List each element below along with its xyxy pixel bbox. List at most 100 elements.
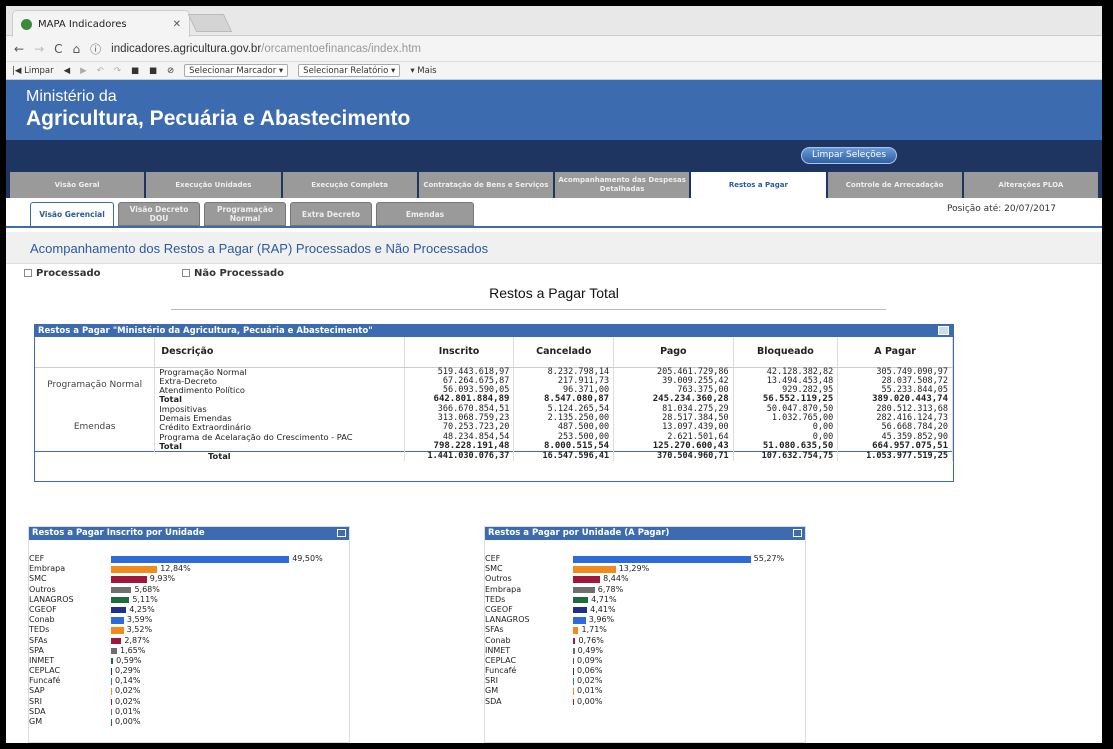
nav-tab-5[interactable]: Restos a Pagar [691,172,826,198]
rap-table-panel: Restos a Pagar "Ministério da Agricultur… [34,324,954,482]
url-field[interactable]: indicadores.agricultura.gov.br/orcamento… [111,43,421,55]
chart-bar [573,617,586,624]
chart-row: INMET 0,49% [485,646,805,656]
chart-bar [573,668,574,675]
chart-bar [111,719,112,726]
chart-value-label: 0,49% [577,645,603,655]
chart-value-label: 0,00% [577,696,603,706]
table-cell: 107.632.754,75 [733,451,839,462]
chart-apagar-panel: Restos a Pagar por Unidade (A Pagar) CEF… [484,526,806,743]
chart-category-label: SFAs [485,625,504,635]
chart-category-label: Outros [485,574,512,584]
chart-value-label: 3,96% [588,615,615,625]
subnav-tab-4[interactable]: Emendas [376,202,474,226]
chart-category-label: CEPLAC [485,655,517,665]
chart-bar [573,606,588,614]
marker-select[interactable]: Selecionar Marcador ▾ [184,64,289,77]
back-icon[interactable]: ← [14,42,24,56]
chart-value-label: 0,01% [115,706,141,716]
chart-row: CGEOF 4,41% [485,605,805,615]
nav-tab-7[interactable]: Alterações PLOA [963,172,1098,198]
back-arrow-icon[interactable]: ◀ [64,66,71,76]
chart-row: LANAGROS 5,11% [29,595,349,605]
table-header-cell: Inscrito [404,337,515,368]
nav-tab-6[interactable]: Controle de Arrecadação [827,172,962,198]
export-icon[interactable] [337,529,346,537]
chart-value-label: 55,27% [753,554,785,563]
subnav-tab-2[interactable]: Programação Normal [204,202,286,226]
tab-title: MAPA Indicadores [38,18,127,30]
more-label: Mais [417,65,437,76]
nav-tab-3[interactable]: Contratação de Bens e Serviços [418,172,553,198]
chart-value-label: 1,65% [119,645,146,655]
undo-icon[interactable]: ↶ [97,66,104,76]
chart-value-label: 2,87% [124,635,150,645]
table-cell: 1.441.030.076,37 [404,451,515,462]
subnav-tab-0[interactable]: Visão Gerencial [30,202,114,226]
chart-category-label: Funcafé [485,666,517,676]
home-icon[interactable]: ⌂ [73,42,81,56]
clear-bookmark[interactable]: |◀ Limpar [12,66,54,76]
browser-tab[interactable]: MAPA Indicadores ✕ [12,10,190,37]
lock-icon[interactable]: ■ [131,66,139,76]
filter-processed[interactable]: Processado [24,268,101,279]
chart-bar [111,596,130,604]
nav-tab-0[interactable]: Visão Geral [10,172,145,198]
unlock-icon[interactable]: ■ [149,66,157,76]
chart-category-label: GM [485,686,499,696]
chart-bar [573,556,751,563]
chart-value-label: 3,52% [126,625,153,635]
chart-value-label: 13,29% [618,564,650,574]
filters: Processado Não Processado Restos a Pagar… [6,264,1102,310]
chart-value-label: 9,93% [149,574,176,584]
nav-tab-1[interactable]: Execução Unidades [146,172,281,198]
reload-icon[interactable]: C [54,42,62,56]
chart-bar [573,596,589,604]
close-tab-icon[interactable]: ✕ [173,19,181,30]
filter-processed-label: Processado [36,268,101,279]
chart-category-label: CEF [29,554,45,563]
table-header-cell: Bloqueado [733,337,839,368]
chart-row: SDA 0,00% [485,697,805,707]
export-icon[interactable] [793,529,802,537]
chart-category-label: CGEOF [485,604,513,614]
chart-category-label: INMET [29,655,55,665]
chart-value-label: 0,02% [115,686,141,696]
forward-icon[interactable]: → [34,42,44,56]
nav-tab-4[interactable]: Acompanhamento das Despesas Detalhadas [555,172,690,198]
chart-bar [573,566,616,573]
table-cell: 370.504.960,71 [613,451,734,462]
table-header-cell: Pago [613,337,734,368]
chart-category-label: SMC [29,574,47,584]
subnav-tab-1[interactable]: Visão Decreto DOU [118,202,200,226]
table-cell: Total [35,451,405,462]
subnav-tab-3[interactable]: Extra Decreto [290,202,372,226]
chart-value-label: 0,00% [115,717,141,726]
filter-not-processed[interactable]: Não Processado [182,268,284,279]
bookmarks-toolbar: |◀ Limpar ◀ ▶ ↶ ↷ ■ ■ ⊘ Selecionar Marca… [6,62,1102,80]
forward-arrow-icon[interactable]: ▶ [80,66,87,76]
chart-row: Conab 3,59% [29,615,349,625]
clear-selections-button[interactable]: Limpar Seleções [801,147,897,164]
chart-category-label: TEDs [485,594,506,604]
clear-label: Limpar [24,65,54,76]
table-caption-text: Restos a Pagar "Ministério da Agricultur… [38,326,373,336]
chart-row: CEF 49,50% [29,554,349,564]
chart-bar [111,657,114,665]
nav-tab-2[interactable]: Execução Completa [282,172,417,198]
header-bar: Limpar Seleções [6,140,1102,170]
export-icon[interactable] [938,326,949,335]
new-tab-button[interactable] [187,14,233,32]
chart-row: CEPLAC 0,29% [29,666,349,676]
chart-value-label: 0,02% [115,696,141,706]
table-cell: 1.053.977.519,25 [837,451,953,462]
chart-category-label: SDA [29,706,46,716]
redo-icon[interactable]: ↷ [114,66,121,76]
block-icon[interactable]: ⊘ [167,66,174,76]
chart-value-label: 5,68% [134,584,160,594]
report-select[interactable]: Selecionar Relatório ▾ [298,64,401,77]
info-icon[interactable]: ⓘ [90,41,101,57]
chart-apagar: CEF 55,27% SMC 13,29% Outros 8,44% Embrapa 6,78… [485,540,805,707]
header-title: Agricultura, Pecuária e Abastecimento [26,107,411,130]
more-menu[interactable]: ▾ Mais [410,66,436,76]
